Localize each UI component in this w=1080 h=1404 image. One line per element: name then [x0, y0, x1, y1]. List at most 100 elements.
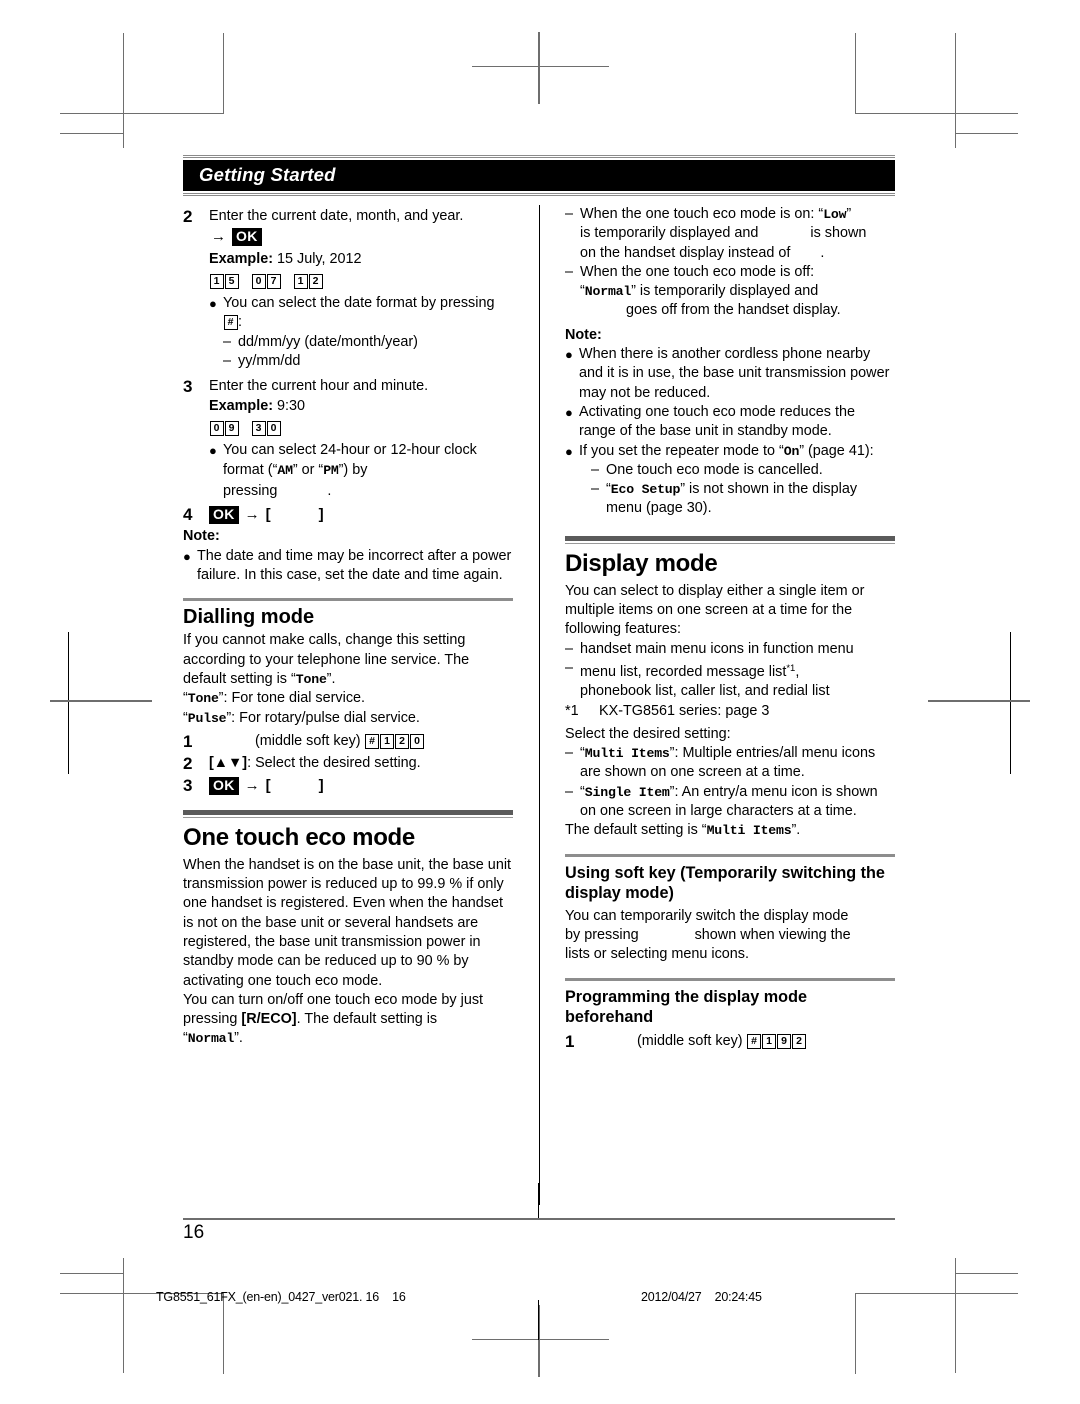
- note-bullet-text-1: When there is another cordless phone nea…: [579, 346, 890, 401]
- ok-softkey[interactable]: OK: [209, 506, 239, 525]
- eco-dash-off: – When the one touch eco mode is off: “N…: [565, 263, 895, 321]
- section-title-dialling: Dialling mode: [183, 606, 315, 629]
- head-rule-top: [183, 155, 895, 156]
- tone-desc: ”: For tone dial service.: [218, 690, 366, 707]
- step-2-example: Example: 15 July, 2012: [209, 250, 513, 269]
- eco-on-l2a: is temporarily displayed and: [580, 225, 759, 242]
- dash-icon: –: [565, 263, 574, 280]
- programming-step-1-number: 1: [565, 1031, 575, 1051]
- eco-paragraph-2: You can turn on/off one touch eco mode b…: [183, 991, 484, 1047]
- key-7[interactable]: 7: [266, 273, 281, 289]
- display-default-pre: The default setting is “: [565, 822, 707, 839]
- key-9[interactable]: 9: [224, 420, 239, 436]
- normal-value: Normal: [187, 1031, 235, 1047]
- softkey-l2a: by pressing: [565, 926, 639, 943]
- step-2-ok-line: → OK: [209, 227, 513, 247]
- bracket-close: ]: [318, 506, 324, 524]
- bracket-open: [: [265, 506, 271, 524]
- step-2-bullet-tail: :: [238, 314, 242, 331]
- ok-softkey[interactable]: OK: [232, 228, 262, 247]
- crop-mark-bl-h2: [60, 1273, 123, 1274]
- crop-mark-tl-v: [123, 33, 124, 148]
- programming-step-1: 1 (middle soft key) #1 9 2: [565, 1032, 895, 1051]
- display-intro: You can select to display either a singl…: [565, 582, 865, 638]
- key-hash[interactable]: #: [747, 1033, 762, 1049]
- note-bullet-text: The date and time may be incorrect after…: [197, 547, 512, 584]
- step-4-number: 4: [183, 505, 193, 525]
- key-5[interactable]: 5: [224, 273, 239, 289]
- eco-para2-post: ”.: [234, 1030, 243, 1047]
- key-hash[interactable]: #: [223, 315, 238, 331]
- running-head: Getting Started: [183, 155, 895, 196]
- step-3-bullet-mid: ” or “: [292, 461, 324, 478]
- list-item: – “Single Item”: An entry/a menu icon is…: [565, 783, 895, 822]
- registration-mark-top-h: [472, 66, 609, 67]
- dialling-step-3: 3 OK → [ ]: [183, 776, 513, 796]
- key-0b[interactable]: 0: [266, 420, 281, 436]
- navigator-key-icon[interactable]: [▲▼]: [209, 754, 247, 773]
- eco-setup-value: Eco Setup: [610, 482, 681, 498]
- ok-softkey[interactable]: OK: [209, 777, 239, 796]
- dialling-step-2-text: : Select the desired setting.: [247, 755, 421, 772]
- multi-items-value: Multi Items: [584, 746, 670, 762]
- list-item: – handset main menu icons in function me…: [565, 640, 895, 659]
- registration-mark-left-h: [50, 700, 152, 702]
- crop-mark-tr-h: [855, 113, 1018, 114]
- bracket-close: ]: [318, 777, 324, 795]
- footer-right: 2012/04/27 20:24:45: [641, 1290, 762, 1304]
- note-bullet: ● Activating one touch eco mode reduces …: [565, 403, 895, 442]
- single-item-value: Single Item: [584, 784, 670, 800]
- key-0[interactable]: 0: [209, 420, 224, 436]
- display-dash-2b: ,: [795, 663, 800, 680]
- note-bullet-repeater: ● If you set the repeater mode to “On” (…: [565, 442, 895, 519]
- column-guide-bottom: [538, 1300, 539, 1340]
- footnote-mark: *1: [565, 702, 579, 719]
- tone-value: Tone: [295, 671, 327, 687]
- key-3[interactable]: 3: [251, 420, 266, 436]
- key-hash[interactable]: #: [365, 733, 380, 749]
- example-value: 15 July, 2012: [277, 250, 362, 267]
- step-2: 2 Enter the current date, month, and yea…: [183, 207, 513, 371]
- crop-mark-tl-h: [60, 113, 223, 114]
- step-2-dash-list: – dd/mm/yy (date/month/year) – yy/mm/dd: [223, 333, 513, 372]
- dash-icon: –: [591, 481, 600, 498]
- multi-items-value: Multi Items: [706, 823, 792, 839]
- registration-mark-top-v: [538, 32, 540, 104]
- dash-icon: –: [223, 333, 232, 350]
- normal-value: Normal: [584, 284, 632, 300]
- arrow-icon: →: [211, 228, 226, 246]
- crop-mark-bl-v2: [223, 1293, 224, 1374]
- repeater-pre: If you set the repeater mode to “: [579, 442, 784, 459]
- note-bullet: ● When there is another cordless phone n…: [565, 345, 895, 403]
- dash-text-2: yy/mm/dd: [238, 353, 301, 370]
- key-1[interactable]: 1: [380, 733, 395, 749]
- step-3-press-period: .: [327, 482, 332, 499]
- dialling-step-2-number: 2: [183, 754, 193, 774]
- bullet-dot-icon: ●: [565, 404, 573, 420]
- section-rule-eco-thin: [183, 816, 513, 818]
- step-3-keys: 09 30: [209, 419, 513, 438]
- key-1b[interactable]: 1: [293, 273, 308, 289]
- list-item: – One touch eco mode is cancelled.: [591, 461, 895, 480]
- footnote-text: KX-TG8561 series: page 3: [599, 702, 770, 719]
- list-item: – “Multi Items”: Multiple entries/all me…: [565, 744, 895, 783]
- repeater-dash-1: One touch eco mode is cancelled.: [606, 461, 823, 478]
- dash-icon: –: [565, 206, 574, 222]
- key-0[interactable]: 0: [251, 273, 266, 289]
- key-2[interactable]: 2: [792, 1033, 807, 1049]
- crop-mark-bl-v: [123, 1258, 124, 1373]
- step-3: 3 Enter the current hour and minute. Exa…: [183, 377, 513, 501]
- key-1[interactable]: 1: [209, 273, 224, 289]
- key-1[interactable]: 1: [762, 1033, 777, 1049]
- dash-icon: –: [565, 783, 574, 800]
- dash-icon: –: [565, 659, 574, 676]
- eco-on-pre: When the one touch eco mode is on: “: [580, 206, 824, 222]
- key-9[interactable]: 9: [777, 1033, 792, 1049]
- crop-mark-br-h: [855, 1293, 1018, 1294]
- bullet-dot-icon: ●: [183, 548, 191, 564]
- reco-key[interactable]: [R/ECO]: [241, 1011, 296, 1027]
- key-0[interactable]: 0: [410, 733, 425, 749]
- key-2[interactable]: 2: [308, 273, 323, 289]
- key-2[interactable]: 2: [395, 733, 410, 749]
- step-3-bullet-post: ”) by: [338, 461, 368, 478]
